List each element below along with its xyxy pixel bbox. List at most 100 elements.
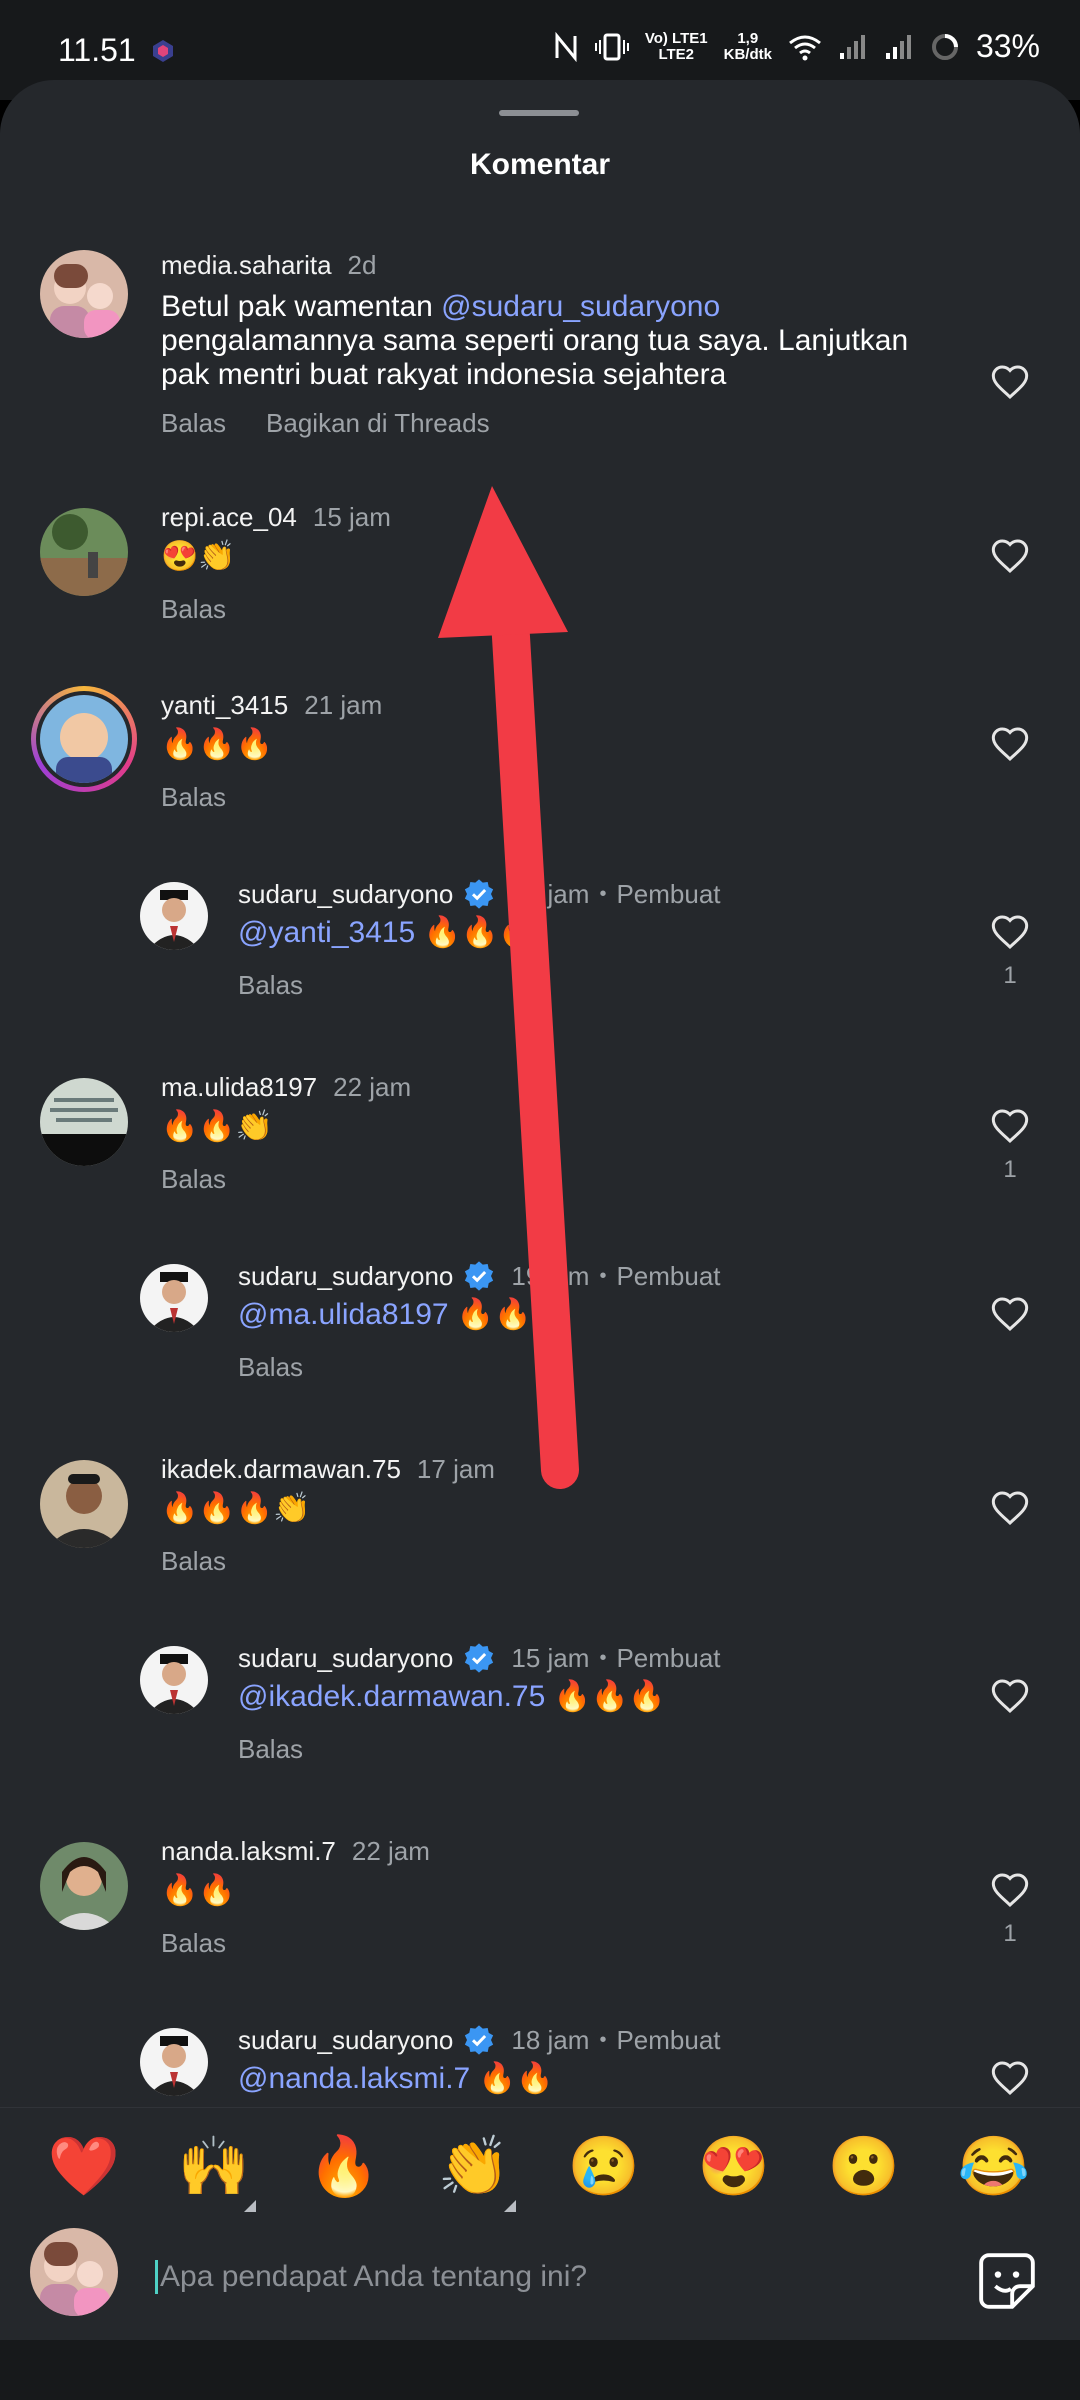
avatar[interactable]	[40, 1078, 128, 1166]
reaction-surprised[interactable]: 😮	[824, 2132, 904, 2202]
reply-button[interactable]: Balas	[238, 1352, 303, 1383]
reply-button[interactable]: Balas	[238, 1734, 303, 1765]
comment-input[interactable]: Apa pendapat Anda tentang ini?	[155, 2260, 587, 2294]
like-heart-icon[interactable]	[990, 362, 1030, 402]
comment-actions: Balas	[161, 1164, 226, 1195]
comment-time: 22 jam	[333, 1072, 412, 1102]
verified-badge-icon	[465, 879, 494, 909]
comment-meta: sudaru_sudaryono 18 jam • Pembuat	[238, 878, 721, 910]
mention-link[interactable]: @nanda.laksmi.7	[238, 2062, 470, 2095]
reaction-skin-tone-indicator	[504, 2200, 516, 2212]
avatar[interactable]	[40, 508, 128, 596]
like-heart-icon[interactable]	[990, 724, 1030, 764]
battery-icon	[931, 33, 958, 60]
avatar[interactable]	[40, 250, 128, 338]
avatar[interactable]	[140, 882, 208, 950]
reply-button[interactable]: Balas	[161, 1928, 226, 1959]
comment-time: 17 jam	[416, 1454, 495, 1484]
comment-text: 🔥🔥🔥👏	[161, 1492, 311, 1525]
like-heart-icon[interactable]	[990, 1488, 1030, 1528]
reply-item: sudaru_sudaryono 15 jam • Pembuat @ikade…	[0, 1642, 1080, 1772]
comments-sheet: Komentar media.saharita 2d Betul pak wam…	[0, 80, 1080, 2400]
vibrate-icon	[594, 33, 629, 60]
like-heart-icon[interactable]	[990, 1676, 1030, 1716]
comment-username[interactable]: repi.ace_04	[161, 502, 297, 533]
network-speed: 1,9 KB/dtk	[723, 29, 772, 63]
avatar-with-story-ring[interactable]	[31, 686, 137, 792]
avatar[interactable]	[40, 1842, 128, 1930]
comment-username[interactable]: ma.ulida8197	[161, 1072, 317, 1103]
mention-link[interactable]: @ma.ulida8197	[238, 1298, 449, 1331]
verified-badge-icon	[465, 2025, 494, 2055]
comment-actions: Balas	[161, 782, 226, 813]
avatar[interactable]	[40, 1460, 128, 1548]
like-count: 1	[1003, 1156, 1017, 1183]
reply-button[interactable]: Balas	[161, 782, 226, 813]
reply-button[interactable]: Balas	[161, 594, 226, 625]
comment-username[interactable]: ikadek.darmawan.75	[161, 1454, 401, 1485]
reaction-crying[interactable]: 😢	[564, 2132, 644, 2202]
reaction-raised-hands[interactable]: 🙌	[174, 2132, 254, 2202]
comment-actions: Balas	[161, 594, 226, 625]
comment-meta: ikadek.darmawan.75 17 jam	[161, 1454, 495, 1485]
comment-username[interactable]: media.saharita	[161, 250, 332, 281]
comment-time: 18 jam	[511, 2024, 590, 2055]
comment-actions: Balas	[161, 1546, 226, 1577]
comment-time: 2d	[347, 250, 377, 280]
like-heart-icon[interactable]	[990, 1870, 1030, 1910]
reply-item: sudaru_sudaryono 18 jam • Pembuat @nanda…	[0, 2024, 1080, 2114]
comment-username[interactable]: sudaru_sudaryono	[238, 1643, 453, 1674]
like-heart-icon[interactable]	[990, 912, 1030, 952]
share-threads-button[interactable]: Bagikan di Threads	[266, 408, 490, 439]
like-heart-icon[interactable]	[990, 2058, 1030, 2098]
sticker-icon[interactable]	[976, 2250, 1038, 2312]
reply-button[interactable]: Balas	[161, 1546, 226, 1577]
comment-item: media.saharita 2d Betul pak wamentan @su…	[0, 250, 1080, 400]
avatar[interactable]	[140, 2028, 208, 2096]
nfc-icon	[555, 31, 577, 62]
comment-username[interactable]: yanti_3415	[161, 690, 288, 721]
signal-icon-1	[839, 34, 865, 59]
like-heart-icon[interactable]	[990, 1106, 1030, 1146]
mention-link[interactable]: @yanti_3415	[238, 916, 415, 949]
comment-actions: Balas Bagikan di Threads	[161, 408, 490, 439]
reaction-heart-eyes[interactable]: 😍	[694, 2132, 774, 2202]
comment-username[interactable]: sudaru_sudaryono	[238, 879, 453, 910]
comment-time: 21 jam	[304, 690, 383, 720]
reaction-fire[interactable]: 🔥	[304, 2132, 384, 2202]
reaction-heart[interactable]: ❤️	[44, 2132, 124, 2202]
verified-badge-icon	[465, 1261, 494, 1291]
avatar[interactable]	[140, 1646, 208, 1714]
like-count: 1	[1003, 962, 1017, 989]
comment-meta: sudaru_sudaryono 15 jam • Pembuat	[238, 1642, 721, 1674]
comment-meta: sudaru_sudaryono 19 jam • Pembuat	[238, 1260, 721, 1292]
comment-text: @ma.ulida8197 🔥🔥👏	[238, 1298, 569, 1331]
like-heart-icon[interactable]	[990, 1294, 1030, 1334]
comment-username[interactable]: sudaru_sudaryono	[238, 1261, 453, 1292]
drag-handle[interactable]	[499, 110, 579, 116]
reaction-laughing[interactable]: 😂	[954, 2132, 1034, 2202]
comment-item: nanda.laksmi.7 22 jam 🔥🔥 Balas 1	[0, 1836, 1080, 1966]
comment-meta: nanda.laksmi.7 22 jam	[161, 1836, 430, 1867]
comment-actions: Balas	[238, 1352, 303, 1383]
reply-button[interactable]: Balas	[161, 1164, 226, 1195]
wifi-icon	[789, 35, 821, 60]
comment-text: @yanti_3415 🔥🔥🔥	[238, 916, 536, 949]
comment-meta: repi.ace_04 15 jam	[161, 502, 391, 533]
mention-link[interactable]: @ikadek.darmawan.75	[238, 1680, 545, 1713]
like-heart-icon[interactable]	[990, 536, 1030, 576]
comment-username[interactable]: sudaru_sudaryono	[238, 2025, 453, 2056]
comment-text: 🔥🔥	[161, 1874, 236, 1907]
comment-username[interactable]: nanda.laksmi.7	[161, 1836, 336, 1867]
comment-actions: Balas	[161, 1928, 226, 1959]
reaction-clap[interactable]: 👏	[434, 2132, 514, 2202]
reply-button[interactable]: Balas	[161, 408, 226, 439]
reply-button[interactable]: Balas	[238, 970, 303, 1001]
mention-link[interactable]: @sudaru_sudaryono	[441, 290, 720, 323]
quick-reactions-bar: ❤️ 🙌 🔥 👏 😢 😍 😮 😂	[0, 2107, 1080, 2222]
signal-icon-2	[885, 34, 911, 59]
verified-badge-icon	[465, 1643, 494, 1673]
avatar[interactable]	[140, 1264, 208, 1332]
comment-text: 😍👏	[161, 540, 236, 573]
comment-time: 18 jam	[511, 878, 590, 909]
